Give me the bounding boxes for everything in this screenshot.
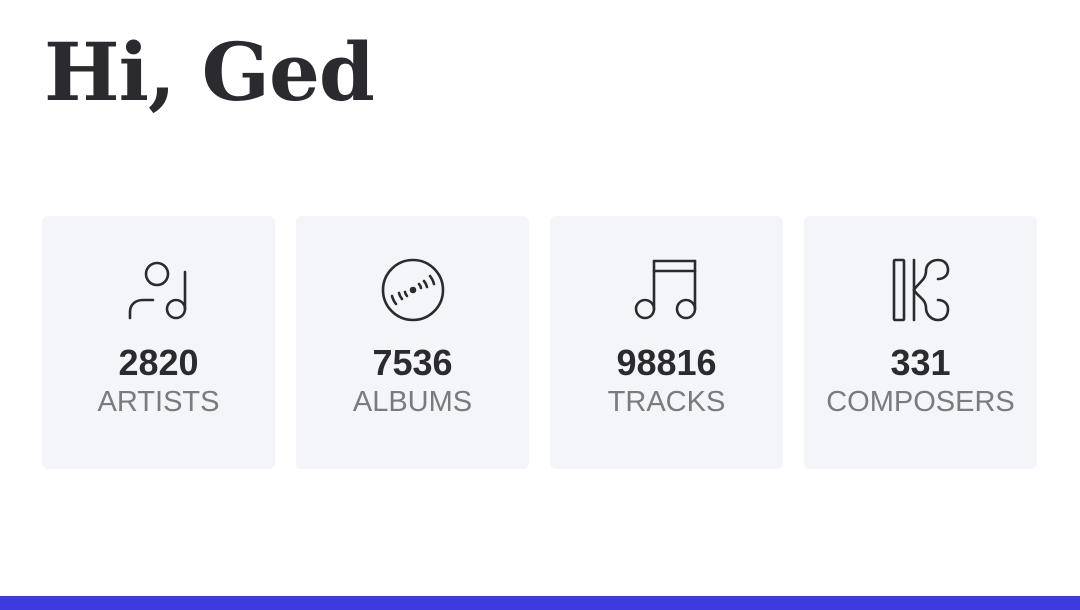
- artist-icon: [126, 257, 192, 323]
- stats-cards: 2820 ARTISTS 7536 ALBUMS 98816 TRACKS 33…: [42, 216, 1037, 469]
- tracks-count: 98816: [616, 342, 717, 383]
- track-icon: [634, 257, 700, 323]
- tracks-label: TRACKS: [607, 386, 726, 418]
- composers-label: COMPOSERS: [826, 386, 1015, 418]
- tracks-card[interactable]: 98816 TRACKS: [550, 216, 783, 469]
- composers-count: 331: [890, 342, 951, 383]
- composer-icon: [888, 257, 954, 323]
- bottom-accent-bar: [0, 596, 1080, 610]
- album-icon: [380, 257, 446, 323]
- composers-card[interactable]: 331 COMPOSERS: [804, 216, 1037, 469]
- artists-label: ARTISTS: [97, 386, 220, 418]
- albums-count: 7536: [372, 342, 453, 383]
- artists-card[interactable]: 2820 ARTISTS: [42, 216, 275, 469]
- albums-label: ALBUMS: [352, 386, 473, 418]
- albums-card[interactable]: 7536 ALBUMS: [296, 216, 529, 469]
- greeting-title: Hi, Ged: [44, 25, 375, 119]
- artists-count: 2820: [118, 342, 199, 383]
- home-page: Hi, Ged 2820 ARTISTS 7536 ALBUMS 98816 T…: [0, 0, 1080, 610]
